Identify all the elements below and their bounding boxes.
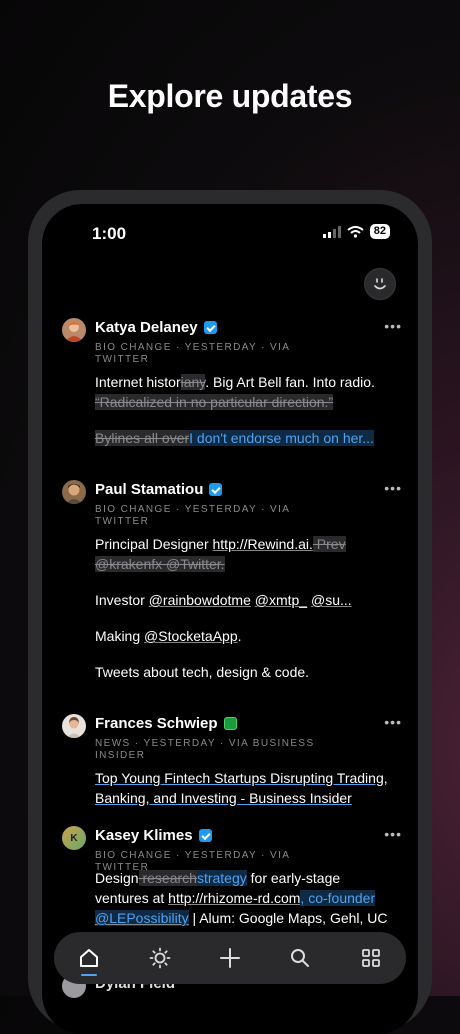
more-options-button[interactable]: ••• bbox=[384, 714, 402, 730]
verified-icon bbox=[209, 483, 223, 496]
update-card[interactable]: K Kasey Klimes ••• BIO CHANGE · YESTERDA… bbox=[62, 826, 401, 936]
smile-face-icon bbox=[374, 278, 386, 290]
search-icon bbox=[291, 949, 310, 967]
update-card[interactable]: Frances Schwiep ••• NEWS · YESTERDAY · V… bbox=[62, 714, 401, 814]
author-name[interactable]: Paul Stamatiou bbox=[95, 481, 223, 498]
bio-link[interactable]: http://Rewind.ai. bbox=[213, 536, 313, 552]
update-meta: NEWS · YESTERDAY · VIA BUSINESS INSIDER bbox=[95, 738, 315, 761]
author-name[interactable]: Frances Schwiep bbox=[95, 715, 237, 732]
mention-link[interactable]: @LEPossibility bbox=[95, 910, 189, 926]
mention-link[interactable]: @StocketaApp bbox=[144, 628, 238, 644]
update-meta: BIO CHANGE · YESTERDAY · VIA TWITTER bbox=[95, 504, 290, 527]
update-body: Design researchstrategy for early-stage … bbox=[95, 870, 388, 926]
tab-bar bbox=[54, 932, 406, 984]
more-options-button[interactable]: ••• bbox=[384, 826, 402, 842]
news-icon bbox=[223, 717, 237, 730]
page-headline: Explore updates bbox=[107, 78, 353, 114]
update-body: Principal Designer http://Rewind.ai. Pre… bbox=[95, 536, 352, 680]
more-options-button[interactable]: ••• bbox=[384, 318, 402, 334]
phone-screen: 1:00 82 Katya Delaney ••• BIO CHANGE · Y… bbox=[42, 204, 418, 1034]
profile-button[interactable] bbox=[364, 268, 396, 300]
more-options-button[interactable]: ••• bbox=[384, 480, 402, 496]
news-headline-link[interactable]: Top Young Fintech Startups Disrupting Tr… bbox=[95, 768, 395, 808]
plus-icon bbox=[219, 948, 240, 968]
status-icons: 82 bbox=[322, 224, 390, 239]
update-meta: BIO CHANGE · YESTERDAY · VIA TWITTER bbox=[95, 342, 290, 365]
grid-icon bbox=[361, 949, 380, 967]
tab-search[interactable] bbox=[280, 938, 320, 978]
tab-explore[interactable] bbox=[140, 938, 180, 978]
wifi-icon bbox=[347, 225, 364, 238]
mention-link[interactable]: @rainbowdotme bbox=[149, 592, 251, 608]
tab-apps[interactable] bbox=[351, 938, 391, 978]
signal-icon bbox=[322, 225, 341, 238]
sun-icon bbox=[149, 947, 170, 969]
home-icon bbox=[80, 949, 99, 967]
update-card[interactable]: Katya Delaney ••• BIO CHANGE · YESTERDAY… bbox=[62, 318, 401, 458]
update-body: Internet historiany. Big Art Bell fan. I… bbox=[95, 374, 375, 446]
tab-add[interactable] bbox=[210, 938, 250, 978]
avatar bbox=[62, 318, 86, 342]
mention-link[interactable]: @su... bbox=[311, 592, 352, 608]
tab-home[interactable] bbox=[69, 938, 109, 978]
avatar: K bbox=[62, 826, 86, 850]
author-name[interactable]: Katya Delaney bbox=[95, 319, 217, 336]
mention-link[interactable]: @xmtp_ bbox=[255, 592, 307, 608]
avatar bbox=[62, 480, 86, 504]
battery-indicator: 82 bbox=[369, 224, 390, 239]
status-time: 1:00 bbox=[92, 224, 127, 243]
verified-icon bbox=[203, 321, 217, 334]
avatar bbox=[62, 714, 86, 738]
bio-link[interactable]: http://rhizome-rd.com bbox=[168, 890, 300, 906]
verified-icon bbox=[198, 829, 212, 842]
update-card[interactable]: Paul Stamatiou ••• BIO CHANGE · YESTERDA… bbox=[62, 480, 401, 690]
author-name[interactable]: Kasey Klimes bbox=[95, 827, 212, 844]
